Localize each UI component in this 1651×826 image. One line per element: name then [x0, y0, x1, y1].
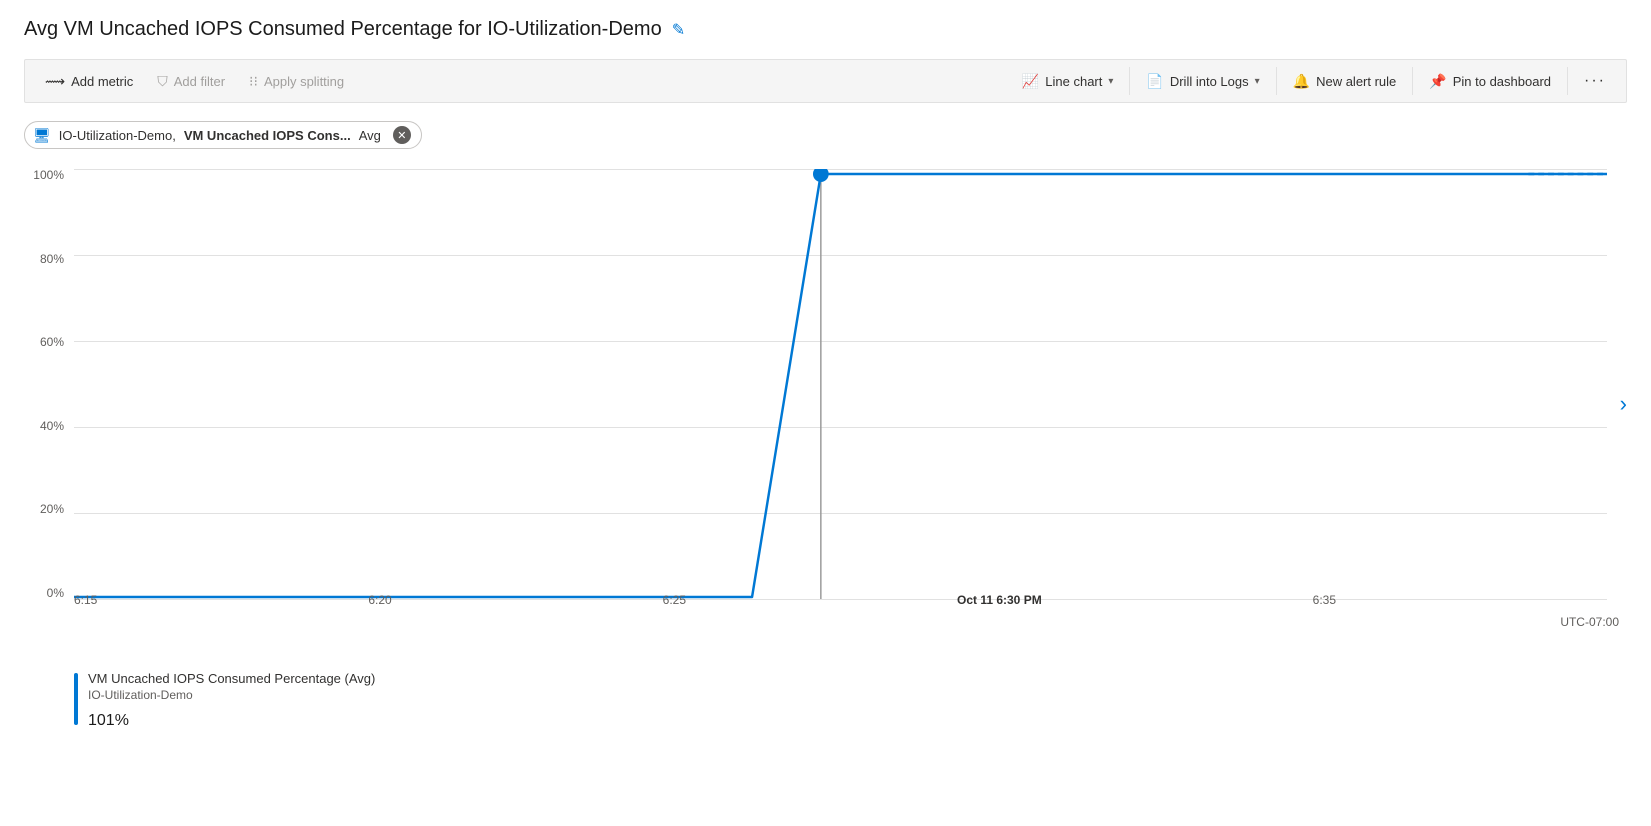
toolbar-separator-2: [1276, 67, 1277, 95]
metric-pill-close-button[interactable]: ✕: [393, 126, 411, 144]
add-filter-button[interactable]: ⛉ Add filter: [145, 59, 237, 103]
apply-splitting-icon: ⁝⁝: [249, 73, 258, 90]
new-alert-rule-icon: 🔔: [1293, 73, 1310, 90]
add-filter-icon: ⛉: [157, 73, 168, 90]
add-filter-label: Add filter: [174, 74, 225, 89]
new-alert-rule-button[interactable]: 🔔 New alert rule: [1281, 59, 1409, 103]
legend-value: 101%: [88, 704, 375, 732]
drill-into-logs-label: Drill into Logs: [1170, 74, 1249, 89]
metric-pill-prefix: IO-Utilization-Demo,: [59, 128, 176, 143]
pin-to-dashboard-icon: 📌: [1429, 73, 1446, 90]
chart-svg: [74, 169, 1607, 599]
line-chart-button[interactable]: 📈 Line chart ▾: [1010, 59, 1126, 103]
legend-text: VM Uncached IOPS Consumed Percentage (Av…: [88, 671, 375, 732]
metric-pill-vm-icon: 🖥: [33, 127, 51, 144]
toolbar-separator-1: [1129, 67, 1130, 95]
x-label-635: 6:35: [1313, 593, 1336, 607]
x-label-615: 6:15: [74, 593, 97, 607]
apply-splitting-button[interactable]: ⁝⁝ Apply splitting: [237, 59, 356, 103]
y-label-60: 60%: [40, 336, 64, 348]
pin-to-dashboard-label: Pin to dashboard: [1453, 74, 1551, 89]
y-label-80: 80%: [40, 253, 64, 265]
add-metric-button[interactable]: ⟿ Add metric: [33, 59, 145, 103]
x-axis: 6:15 6:20 6:25 Oct 11 6:30 PM 6:35: [74, 593, 1607, 607]
x-label-630: Oct 11 6:30 PM: [957, 593, 1042, 607]
add-metric-icon: ⟿: [45, 73, 65, 90]
line-chart-label: Line chart: [1045, 74, 1102, 89]
legend-value-number: 101: [88, 712, 115, 729]
page-title: Avg VM Uncached IOPS Consumed Percentage…: [24, 18, 662, 41]
legend-title: VM Uncached IOPS Consumed Percentage (Av…: [88, 671, 375, 686]
line-chart-chevron-icon: ▾: [1108, 76, 1113, 87]
edit-icon[interactable]: ✎: [672, 20, 685, 40]
title-row: Avg VM Uncached IOPS Consumed Percentage…: [24, 18, 1627, 41]
toolbar-separator-3: [1412, 67, 1413, 95]
y-label-0: 0%: [47, 587, 64, 599]
add-metric-label: Add metric: [71, 74, 133, 89]
x-label-620: 6:20: [368, 593, 391, 607]
y-label-100: 100%: [33, 169, 64, 181]
x-label-625: 6:25: [663, 593, 686, 607]
chart-line: [74, 174, 1607, 597]
chart-svg-wrapper[interactable]: [74, 169, 1607, 599]
toolbar: ⟿ Add metric ⛉ Add filter ⁝⁝ Apply split…: [24, 59, 1627, 103]
metric-pill: 🖥 IO-Utilization-Demo, VM Uncached IOPS …: [24, 121, 422, 149]
metric-pill-suffix: Avg: [359, 128, 381, 143]
legend-color-bar: [74, 673, 78, 725]
new-alert-rule-label: New alert rule: [1316, 74, 1396, 89]
legend-item: VM Uncached IOPS Consumed Percentage (Av…: [74, 671, 1627, 732]
y-axis: 100% 80% 60% 40% 20% 0%: [24, 169, 70, 599]
apply-splitting-label: Apply splitting: [264, 74, 344, 89]
metric-pill-bold: VM Uncached IOPS Cons...: [184, 128, 351, 143]
more-button[interactable]: ···: [1572, 59, 1618, 103]
legend-value-unit: %: [115, 712, 129, 729]
chart-next-button[interactable]: ›: [1620, 391, 1627, 417]
more-icon: ···: [1584, 72, 1606, 90]
drill-into-logs-icon: 📄: [1146, 73, 1163, 90]
legend-area: VM Uncached IOPS Consumed Percentage (Av…: [24, 671, 1627, 732]
drill-logs-chevron-icon: ▾: [1255, 76, 1260, 87]
y-label-40: 40%: [40, 420, 64, 432]
data-point-circle: [814, 169, 828, 181]
metric-pill-row: 🖥 IO-Utilization-Demo, VM Uncached IOPS …: [24, 121, 1627, 149]
utc-label: UTC-07:00: [1560, 615, 1619, 629]
line-chart-icon: 📈: [1022, 73, 1039, 90]
pin-to-dashboard-button[interactable]: 📌 Pin to dashboard: [1417, 59, 1563, 103]
toolbar-separator-4: [1567, 67, 1568, 95]
y-label-20: 20%: [40, 503, 64, 515]
chart-container: 100% 80% 60% 40% 20% 0%: [24, 169, 1627, 659]
drill-into-logs-button[interactable]: 📄 Drill into Logs ▾: [1134, 59, 1271, 103]
legend-subtitle: IO-Utilization-Demo: [88, 688, 375, 702]
